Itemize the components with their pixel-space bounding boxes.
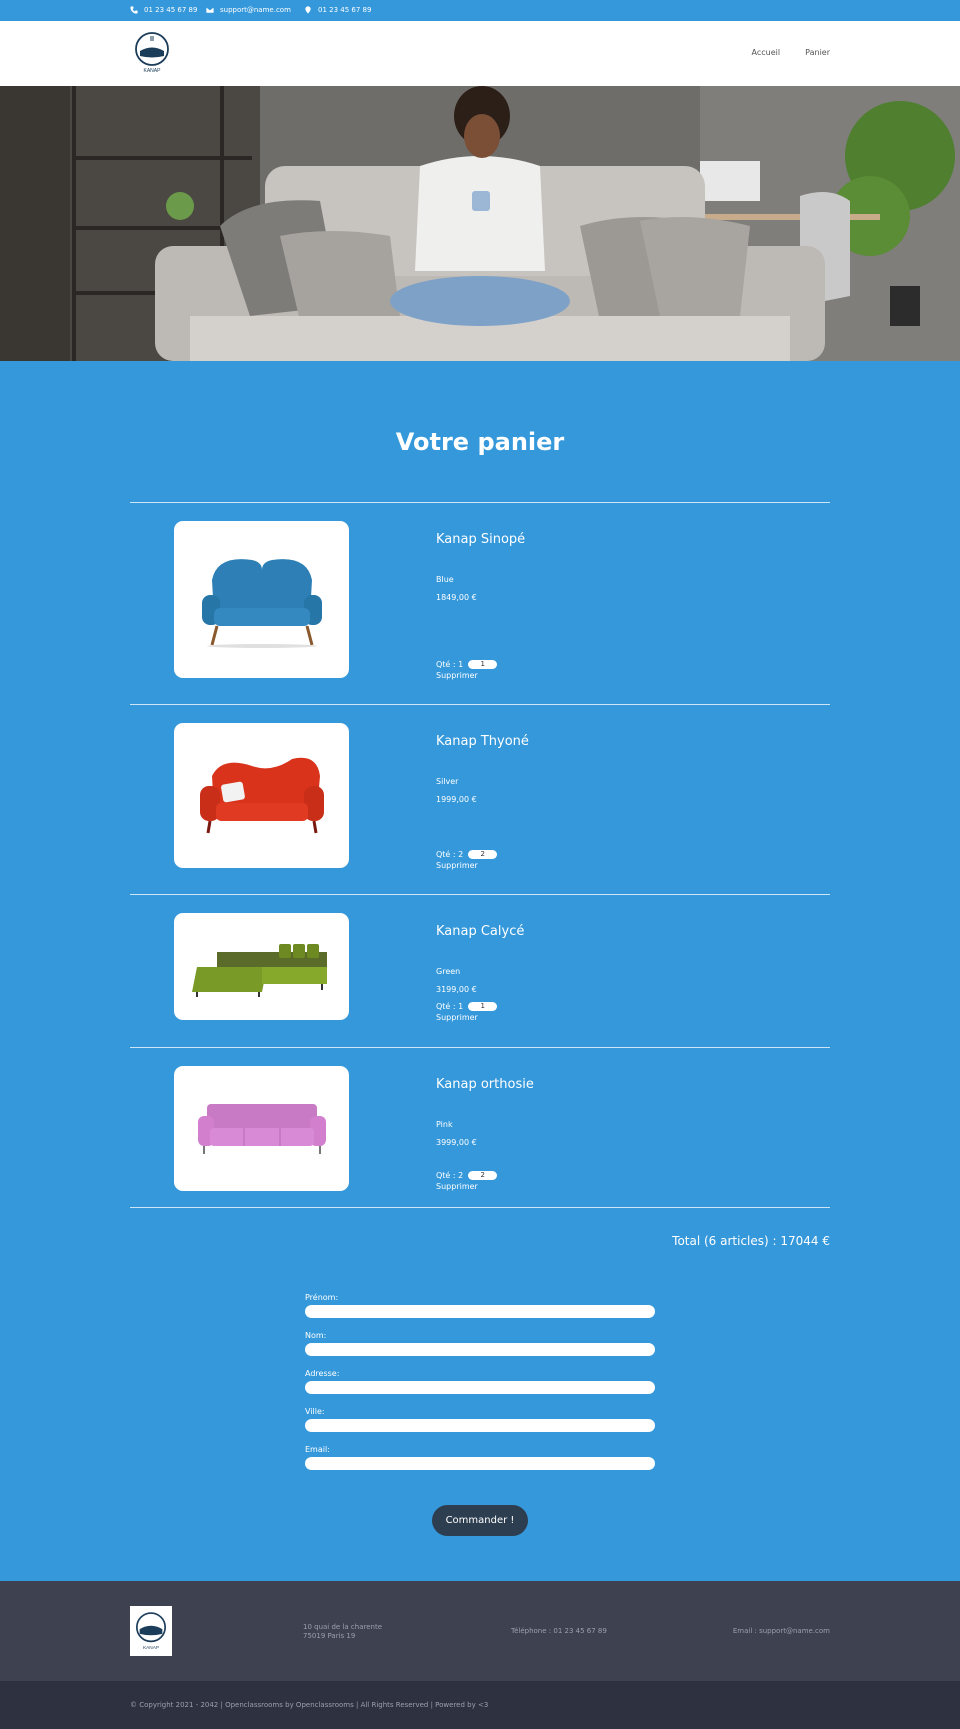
topbar-email[interactable]: support@name.com — [206, 6, 291, 14]
product-price: 3999,00 € — [436, 1138, 477, 1147]
sofa-image — [197, 1103, 326, 1154]
quantity-input[interactable]: 2 — [468, 1171, 498, 1180]
firstname-label: Prénom: — [305, 1293, 339, 1302]
city-label: Ville: — [305, 1407, 325, 1416]
delete-item-button[interactable]: Supprimer — [436, 861, 478, 870]
address-field[interactable] — [305, 1381, 655, 1394]
footer-address-line1: 10 quai de la charente — [303, 1623, 382, 1631]
footer-address: 10 quai de la charente 75019 Paris 19 — [303, 1623, 382, 1641]
product-name: Kanap Calycé — [436, 924, 525, 939]
envelope-icon — [206, 7, 214, 13]
cart-item: Kanap orthosie Pink 3999,00 € Qté : 2 2 … — [130, 1047, 830, 1207]
order-button[interactable]: Commander ! — [432, 1505, 528, 1536]
email-label: Email: — [305, 1445, 330, 1454]
product-image — [174, 1066, 349, 1191]
product-color: Green — [436, 967, 461, 976]
product-image — [174, 723, 349, 868]
nav-accueil[interactable]: Accueil — [752, 48, 781, 57]
nav-panier[interactable]: Panier — [805, 48, 830, 57]
email-field[interactable] — [305, 1457, 655, 1470]
product-image — [174, 913, 349, 1020]
kanap-logo-icon: KANAP — [135, 32, 169, 74]
site-footer: KANAP 10 quai de la charente 75019 Paris… — [0, 1581, 960, 1681]
product-name: Kanap Sinopé — [436, 532, 526, 547]
order-form: Prénom: Nom: Adresse: Ville: Email: — [305, 1293, 655, 1473]
topbar-location-text: 01 23 45 67 89 — [318, 6, 372, 14]
quantity-row: Qté : 2 2 — [436, 1171, 498, 1180]
copyright-bar: © Copyright 2021 - 2042 | Openclassrooms… — [0, 1681, 960, 1729]
quantity-input[interactable]: 1 — [468, 1002, 498, 1011]
sofa-image — [199, 757, 324, 833]
quantity-input[interactable]: 2 — [468, 850, 498, 859]
top-bar: 01 23 45 67 89 support@name.com 01 23 45… — [0, 0, 960, 21]
cart-total: Total (6 articles) : 17044 € — [672, 1234, 830, 1248]
product-name: Kanap Thyoné — [436, 734, 529, 749]
quantity-label: Qté : 2 — [436, 850, 464, 859]
product-name: Kanap orthosie — [436, 1077, 534, 1092]
map-pin-icon — [305, 6, 311, 14]
topbar-location[interactable]: 01 23 45 67 89 — [304, 6, 371, 14]
sofa-image — [201, 558, 322, 648]
footer-phone: Téléphone : 01 23 45 67 89 — [511, 1627, 607, 1635]
quantity-label: Qté : 1 — [436, 1002, 464, 1011]
lastname-field[interactable] — [305, 1343, 655, 1356]
cart-item: Kanap Sinopé Blue 1849,00 € Qté : 1 1 Su… — [130, 502, 830, 704]
delete-item-button[interactable]: Supprimer — [436, 671, 478, 680]
footer-logo-text: KANAP — [143, 1645, 159, 1651]
topbar-email-text: support@name.com — [220, 6, 291, 14]
quantity-row: Qté : 1 1 — [436, 660, 498, 669]
quantity-row: Qté : 1 1 — [436, 1002, 498, 1011]
quantity-label: Qté : 1 — [436, 660, 464, 669]
delete-item-button[interactable]: Supprimer — [436, 1182, 478, 1191]
product-color: Silver — [436, 777, 459, 786]
copyright-text: © Copyright 2021 - 2042 | Openclassrooms… — [130, 1701, 489, 1709]
hero-banner — [0, 86, 960, 361]
product-price: 1849,00 € — [436, 593, 477, 602]
topbar-phone[interactable]: 01 23 45 67 89 — [130, 6, 197, 14]
kanap-logo[interactable]: KANAP — [134, 32, 170, 74]
product-image — [174, 521, 349, 678]
sofa-image — [191, 943, 327, 997]
quantity-row: Qté : 2 2 — [436, 850, 498, 859]
lastname-label: Nom: — [305, 1331, 327, 1340]
product-price: 3199,00 € — [436, 985, 477, 994]
topbar-phone-text: 01 23 45 67 89 — [144, 6, 198, 14]
kanap-logo-icon: KANAP — [135, 1612, 167, 1651]
city-field[interactable] — [305, 1419, 655, 1432]
footer-email: Email : support@name.com — [732, 1627, 830, 1635]
cart-item: Kanap Calycé Green 3199,00 € Qté : 1 1 S… — [130, 894, 830, 1047]
phone-icon — [130, 6, 138, 14]
firstname-field[interactable] — [305, 1305, 655, 1318]
cart-item: Kanap Thyoné Silver 1999,00 € Qté : 2 2 … — [130, 704, 830, 894]
product-price: 1999,00 € — [436, 795, 477, 804]
address-label: Adresse: — [305, 1369, 340, 1378]
footer-logo[interactable]: KANAP — [130, 1606, 172, 1656]
product-color: Pink — [436, 1120, 453, 1129]
cart-divider — [130, 1207, 830, 1208]
quantity-label: Qté : 2 — [436, 1171, 464, 1180]
page-title: Votre panier — [395, 428, 565, 456]
product-color: Blue — [436, 575, 454, 584]
site-header: KANAP Accueil Panier — [0, 21, 960, 86]
footer-address-line2: 75019 Paris 19 — [303, 1632, 356, 1640]
main-nav: Accueil Panier — [752, 48, 830, 57]
hero-image — [0, 86, 960, 361]
delete-item-button[interactable]: Supprimer — [436, 1013, 478, 1022]
logo-text: KANAP — [144, 68, 162, 74]
quantity-input[interactable]: 1 — [468, 660, 498, 669]
